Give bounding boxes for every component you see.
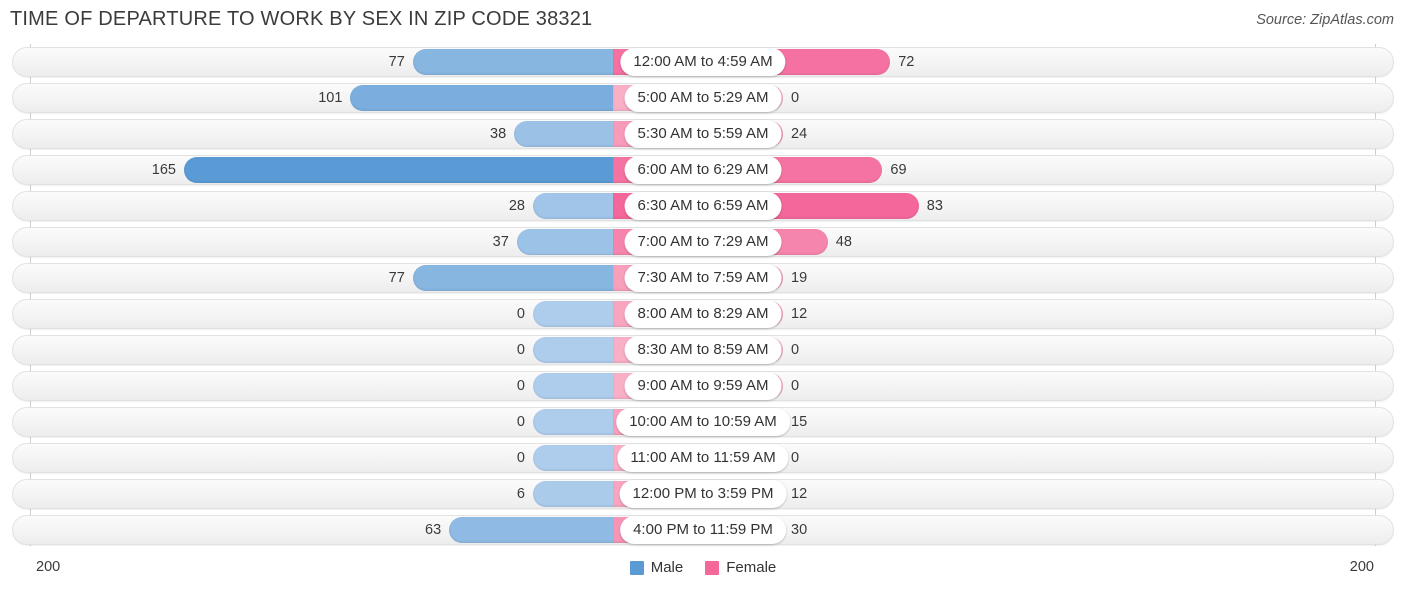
bar-value-female: 15 — [791, 414, 808, 430]
table-row: 63 30 4:00 PM to 11:59 PM — [0, 512, 1406, 548]
legend-label-female: Female — [726, 559, 777, 576]
bar-value-female: 83 — [926, 198, 943, 214]
source-attribution: Source: ZipAtlas.com — [1256, 12, 1394, 28]
bar-value-male: 0 — [516, 450, 525, 466]
bar-value-female: 0 — [791, 90, 800, 106]
bar-value-female: 19 — [791, 270, 808, 286]
legend-swatch-male-icon — [629, 560, 644, 575]
bar-value-male: 28 — [508, 198, 525, 214]
table-row: 77 19 7:30 AM to 7:59 AM — [0, 260, 1406, 296]
table-row: 101 0 5:00 AM to 5:29 AM — [0, 80, 1406, 116]
legend-item-male[interactable]: Male — [629, 559, 684, 576]
chart-plot-area: 77 72 12:00 AM to 4:59 AM 101 0 5:00 AM to 5:… — [0, 44, 1406, 552]
table-row: 0 15 10:00 AM to 10:59 AM — [0, 404, 1406, 440]
bar-value-female: 12 — [791, 486, 808, 502]
table-row: 165 69 6:00 AM to 6:29 AM — [0, 152, 1406, 188]
bar-value-male: 77 — [388, 54, 405, 70]
category-label-pill: 6:00 AM to 6:29 AM — [624, 156, 782, 184]
bar-value-female: 24 — [791, 126, 808, 142]
category-label-pill: 8:00 AM to 8:29 AM — [624, 300, 782, 328]
table-row: 0 0 11:00 AM to 11:59 AM — [0, 440, 1406, 476]
bar-value-male: 101 — [318, 90, 343, 106]
bar-value-female: 0 — [791, 450, 800, 466]
category-label-pill: 5:30 AM to 5:59 AM — [624, 120, 782, 148]
category-label-pill: 9:00 AM to 9:59 AM — [624, 372, 782, 400]
bar-value-female: 30 — [791, 522, 808, 538]
bar-value-male: 63 — [425, 522, 442, 538]
category-label-pill: 5:00 AM to 5:29 AM — [624, 84, 782, 112]
table-row: 0 0 8:30 AM to 8:59 AM — [0, 332, 1406, 368]
category-label-pill: 4:00 PM to 11:59 PM — [620, 516, 786, 544]
bar-rows: 77 72 12:00 AM to 4:59 AM 101 0 5:00 AM to 5:… — [0, 44, 1406, 548]
bar-value-female: 12 — [791, 306, 808, 322]
bar-value-female: 48 — [835, 234, 852, 250]
bar-value-male: 0 — [516, 306, 525, 322]
table-row: 37 48 7:00 AM to 7:29 AM — [0, 224, 1406, 260]
table-row: 28 83 6:30 AM to 6:59 AM — [0, 188, 1406, 224]
chart-header: TIME OF DEPARTURE TO WORK BY SEX IN ZIP … — [0, 0, 1406, 40]
category-label-pill: 12:00 AM to 4:59 AM — [620, 48, 786, 76]
table-row: 77 72 12:00 AM to 4:59 AM — [0, 44, 1406, 80]
category-label-pill: 7:00 AM to 7:29 AM — [624, 228, 782, 256]
legend-label-male: Male — [650, 559, 684, 576]
chart-footer: 200 200 Male Female — [0, 552, 1406, 594]
bar-value-female: 72 — [898, 54, 915, 70]
bar-value-female: 0 — [791, 342, 800, 358]
bar-value-male: 165 — [151, 162, 176, 178]
category-label-pill: 11:00 AM to 11:59 AM — [617, 444, 789, 472]
bar-value-male: 37 — [492, 234, 509, 250]
category-label-pill: 7:30 AM to 7:59 AM — [624, 264, 782, 292]
bar-value-male: 0 — [516, 414, 525, 430]
table-row: 0 12 8:00 AM to 8:29 AM — [0, 296, 1406, 332]
legend-item-female[interactable]: Female — [705, 559, 776, 576]
table-row: 0 0 9:00 AM to 9:59 AM — [0, 368, 1406, 404]
bar-value-male: 6 — [516, 486, 525, 502]
bar-value-male: 0 — [516, 342, 525, 358]
category-label-pill: 10:00 AM to 10:59 AM — [616, 408, 790, 436]
table-row: 6 12 12:00 PM to 3:59 PM — [0, 476, 1406, 512]
bar-value-female: 69 — [890, 162, 907, 178]
bar-value-male: 77 — [388, 270, 405, 286]
legend-swatch-female-icon — [705, 560, 720, 575]
bar-value-female: 0 — [791, 378, 800, 394]
bar-value-male: 0 — [516, 378, 525, 394]
category-label-pill: 6:30 AM to 6:59 AM — [624, 192, 782, 220]
chart-legend: Male Female — [0, 559, 1406, 576]
category-label-pill: 12:00 PM to 3:59 PM — [619, 480, 787, 508]
page-title: TIME OF DEPARTURE TO WORK BY SEX IN ZIP … — [10, 8, 593, 30]
table-row: 38 24 5:30 AM to 5:59 AM — [0, 116, 1406, 152]
bar-value-male: 38 — [490, 126, 507, 142]
category-label-pill: 8:30 AM to 8:59 AM — [624, 336, 782, 364]
